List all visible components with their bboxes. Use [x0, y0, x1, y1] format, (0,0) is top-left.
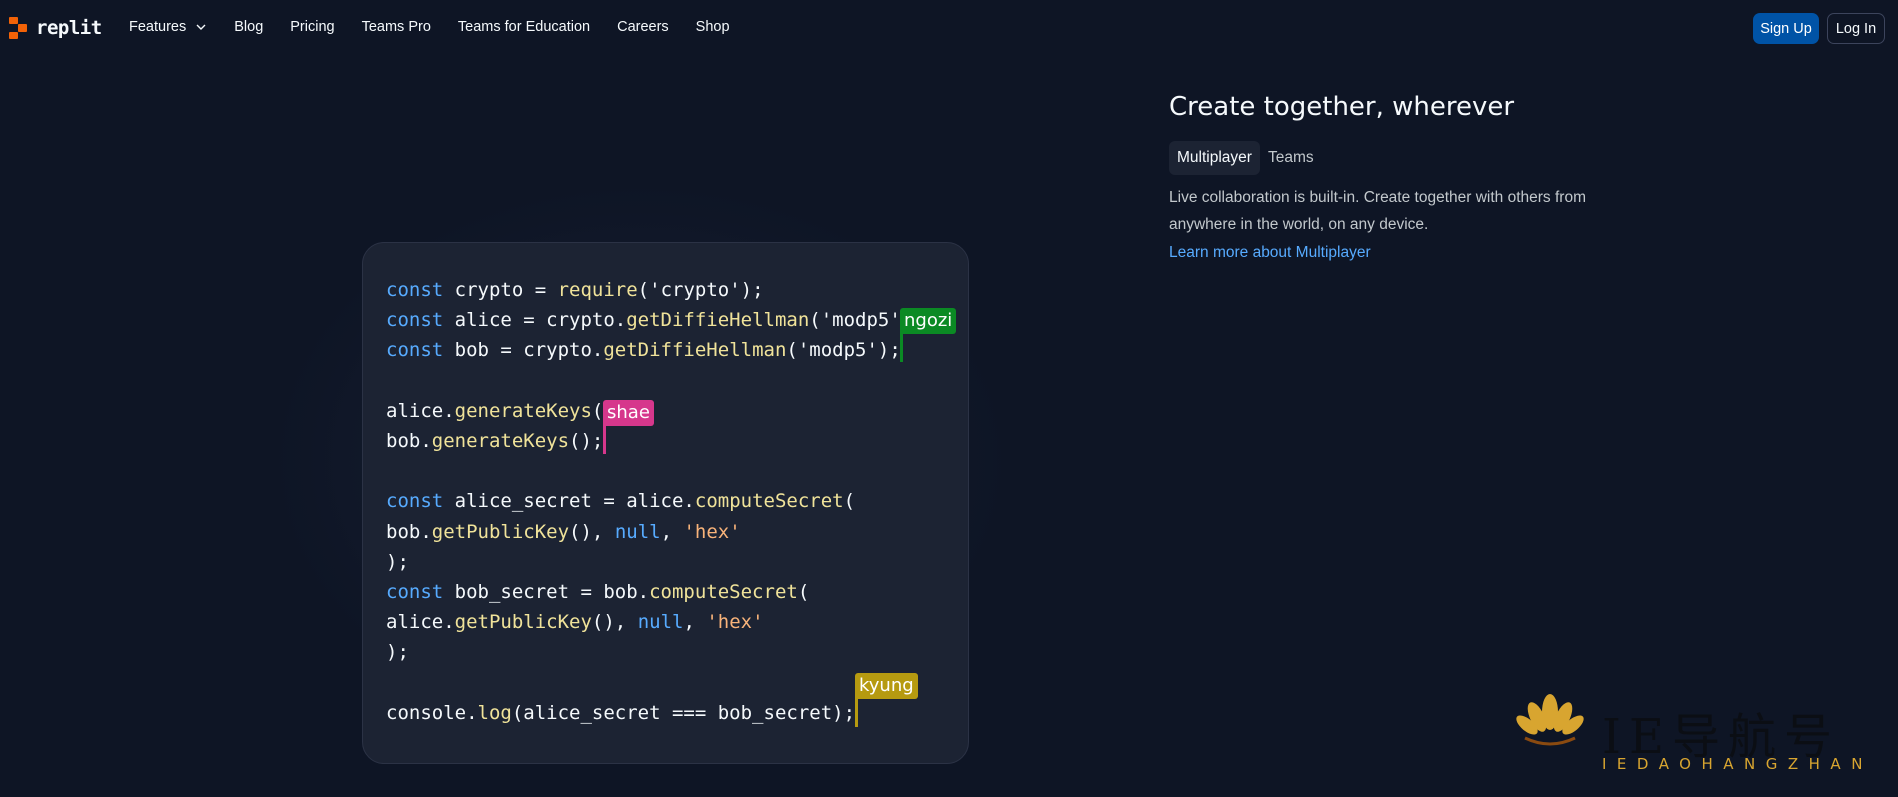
top-navigation: replit Features Blog Pricing Teams Pro T…: [0, 0, 1898, 56]
cursor-caret: [603, 426, 606, 454]
replit-logo-icon: [9, 17, 29, 39]
cursor-label-shae: shae: [603, 400, 654, 426]
code-line: alice.getPublicKey(), null, 'hex': [386, 611, 764, 634]
tab-teams[interactable]: Teams: [1260, 141, 1322, 175]
code-line: const alice = crypto.getDiffieHellman('m…: [386, 309, 901, 332]
nav-careers[interactable]: Careers: [617, 19, 669, 35]
code-line: const crypto = require('crypto');: [386, 279, 764, 301]
code-line: console.log(alice_secret === bob_secret)…: [386, 701, 856, 724]
code-line: const bob_secret = bob.computeSecret(: [386, 580, 810, 603]
code-line: const alice_secret = alice.computeSecret…: [386, 490, 856, 513]
cursor-label-ngozi: ngozi: [900, 308, 957, 334]
lotus-watermark-icon: [1516, 694, 1584, 746]
feature-tabs: Multiplayer Teams: [1169, 141, 1322, 175]
code-block: const crypto = require('crypto'); const a…: [386, 275, 901, 728]
section-description: Live collaboration is built-in. Create t…: [1169, 189, 1586, 233]
code-line: );: [386, 550, 409, 573]
nav-shop[interactable]: Shop: [696, 19, 730, 35]
section-title: Create together, wherever: [1169, 92, 1515, 122]
cursor-caret: [855, 699, 858, 727]
code-line: );: [386, 641, 409, 664]
code-line: const bob = crypto.getDiffieHellman('mod…: [386, 339, 901, 362]
code-line: bob.getPublicKey(), null, 'hex': [386, 520, 741, 543]
nav-teams-for-education[interactable]: Teams for Education: [458, 19, 590, 35]
watermark-text: IEDAOHANGZHAN: [1602, 755, 1873, 773]
nav-pricing[interactable]: Pricing: [290, 19, 334, 35]
nav-features[interactable]: Features: [129, 19, 207, 35]
logo-text: replit: [36, 17, 102, 39]
nav-links: Features Blog Pricing Teams Pro Teams fo…: [129, 19, 757, 35]
nav-blog[interactable]: Blog: [234, 19, 263, 35]
cursor-caret: [900, 334, 903, 362]
code-line: bob.generateKeys();: [386, 429, 604, 452]
replit-logo[interactable]: replit: [9, 17, 102, 39]
chevron-down-icon: [196, 24, 206, 30]
sign-up-button[interactable]: Sign Up: [1753, 13, 1819, 44]
cursor-label-kyung: kyung: [855, 673, 918, 699]
log-in-button[interactable]: Log In: [1827, 13, 1885, 44]
nav-teams-pro[interactable]: Teams Pro: [362, 19, 431, 35]
tab-multiplayer[interactable]: Multiplayer: [1169, 141, 1260, 175]
learn-more-link[interactable]: Learn more about Multiplayer: [1169, 244, 1371, 262]
nav-features-label: Features: [129, 19, 187, 35]
